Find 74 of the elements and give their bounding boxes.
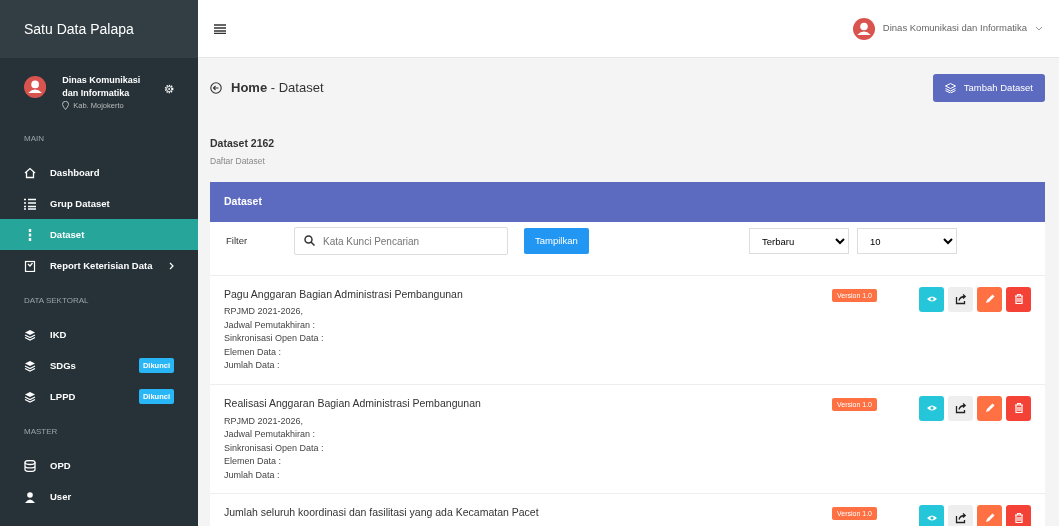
share-button[interactable] — [948, 395, 973, 421]
home-icon — [24, 166, 36, 179]
dataset-detail: Jumlah Data : — [224, 359, 281, 373]
pencil-icon — [983, 402, 996, 415]
delete-button[interactable] — [1006, 505, 1031, 526]
list-icon — [24, 197, 36, 210]
item-label: LPPD — [50, 389, 76, 404]
layers-icon — [24, 390, 36, 403]
delete-button[interactable] — [1006, 286, 1031, 312]
database-icon — [24, 459, 36, 472]
user-menu[interactable]: Dinas Komunikasi dan Informatika — [852, 17, 1043, 40]
chevron-down-icon — [1035, 26, 1043, 31]
delete-button[interactable] — [1006, 395, 1031, 421]
dataset-detail: Elemen Data : — [224, 455, 283, 468]
share-icon — [954, 402, 967, 415]
item-label: OPD — [50, 458, 71, 473]
item-label: Grup Dataset — [50, 196, 110, 211]
per-page-select[interactable]: 10 — [857, 228, 957, 254]
sidebar-item[interactable]: OPD — [0, 450, 198, 482]
clipboard-icon — [24, 259, 36, 272]
settings-icon[interactable] — [163, 83, 174, 95]
section-title: MASTER — [23, 426, 59, 439]
sidebar-item[interactable]: IKD — [0, 319, 198, 351]
add-dataset-button[interactable]: Tambah Dataset — [932, 74, 1045, 103]
location-pin-icon — [62, 101, 70, 111]
item-label: Dataset — [50, 227, 85, 242]
dataset-detail: Jumlah Data : — [224, 468, 281, 482]
sidebar-item[interactable]: Dashboard — [0, 157, 198, 189]
share-icon — [954, 511, 967, 524]
dataset-detail: Jadwal Pemutakhiran : — [224, 428, 317, 441]
dataset-detail: RPJMD 2021-2026, — [224, 414, 305, 428]
subtitle: Daftar Dataset — [210, 155, 266, 168]
item-label: Report Keterisian Data — [50, 258, 153, 273]
search-field[interactable]: Kata Kunci Pencarian — [294, 227, 508, 255]
profile-name: Dinas Komunikasi dan Informatika — [62, 74, 142, 100]
dataset-count: Dataset 2162 — [210, 136, 276, 152]
avatar-icon — [852, 17, 875, 40]
sidebar-item[interactable]: Report Keterisian Data — [0, 250, 198, 282]
brand-title: Satu Data Palapa — [0, 0, 198, 58]
dataset-detail: Jadwal Pemutakhiran : — [224, 318, 317, 332]
section-title: DATA SEKTORAL — [23, 295, 90, 308]
trash-icon — [1012, 293, 1025, 305]
pencil-icon — [983, 293, 996, 305]
layers-icon — [944, 83, 956, 94]
trash-icon — [1012, 511, 1025, 524]
item-label: SDGs — [50, 358, 76, 373]
section-title: MAIN — [23, 133, 45, 146]
trash-icon — [1012, 402, 1025, 415]
breadcrumb: Home - Dataset — [231, 79, 324, 98]
user-name: Dinas Komunikasi dan Informatika — [882, 21, 1027, 36]
dataset-detail: Elemen Data : — [224, 345, 283, 359]
share-icon — [954, 293, 967, 305]
item-label: User — [50, 489, 72, 504]
pencil-icon — [983, 511, 996, 524]
dataset-detail: RPJMD 2021-2026, — [224, 305, 305, 319]
dataset-detail: Sinkronisasi Open Data : — [224, 441, 325, 455]
share-button[interactable] — [948, 286, 973, 312]
menu-icon[interactable] — [214, 23, 226, 34]
panel-title: Dataset — [210, 181, 1045, 222]
sort-select[interactable]: Terbaru — [749, 228, 849, 254]
layers-icon — [24, 328, 36, 341]
dataset-title: Realisasi Anggaran Bagian Administrasi Pembangunan — [224, 395, 482, 411]
share-button[interactable] — [948, 505, 973, 526]
sidebar-item[interactable]: User — [0, 481, 198, 513]
dataset-title: Jumlah seluruh koordinasi dan fasilitasi yang ada Kecamatan Pacet — [224, 505, 540, 520]
item-label: IKD — [50, 327, 67, 342]
dataset-detail: Sinkronisasi Open Data : — [224, 332, 325, 346]
sidebar-item[interactable]: Grup Dataset — [0, 188, 198, 220]
user-icon — [24, 490, 36, 503]
dataset-title: Pagu Anggaran Bagian Administrasi Pembangunan — [224, 286, 464, 302]
item-label: Dashboard — [50, 165, 100, 180]
avatar-icon — [24, 74, 47, 100]
filter-label: Filter — [226, 233, 249, 248]
layers-icon — [24, 359, 36, 372]
